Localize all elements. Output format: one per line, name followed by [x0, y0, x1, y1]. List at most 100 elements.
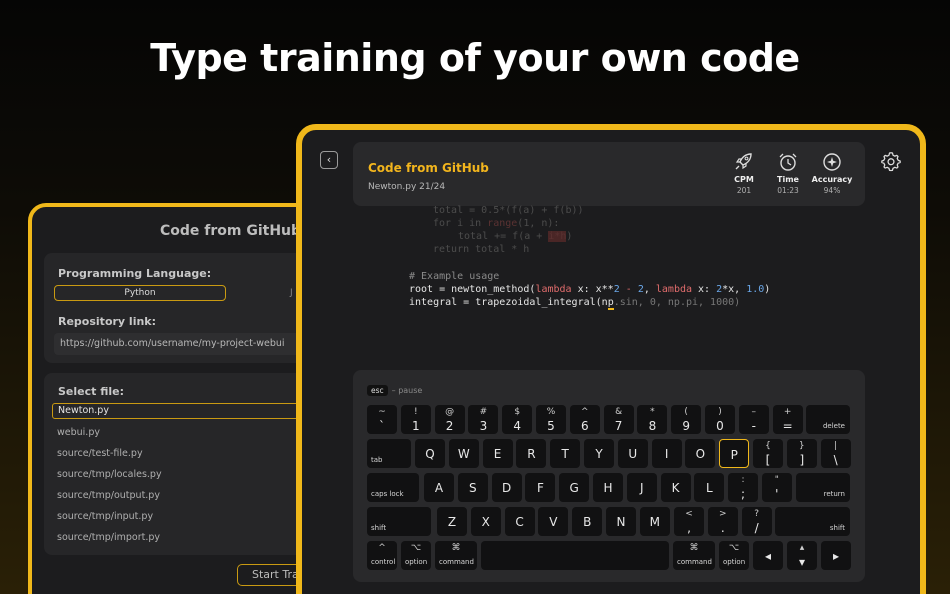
key-sym[interactable]: <, [674, 507, 704, 536]
key-1[interactable]: ! 1 [400, 405, 431, 434]
file-item[interactable]: source/tmp/output.py [52, 486, 324, 507]
delete-key[interactable]: delete [806, 405, 850, 434]
command-right-key[interactable]: ⌘ command [673, 541, 715, 570]
key-v[interactable]: V [538, 507, 569, 536]
key-label: = [782, 419, 793, 433]
key-h[interactable]: H [593, 473, 623, 502]
file-item[interactable]: source/tmp/locales.py [52, 465, 324, 486]
key-b[interactable]: B [572, 507, 603, 536]
key-sym[interactable]: | \ [820, 439, 851, 468]
key-r[interactable]: R [516, 439, 547, 468]
key-label: W [457, 447, 470, 461]
key-u[interactable]: U [617, 439, 648, 468]
key-label: O [695, 447, 706, 461]
key-t[interactable]: T [550, 439, 581, 468]
file-item-selected[interactable]: Newton.py [52, 403, 324, 419]
key-sym[interactable]: " ' [761, 473, 792, 502]
key-=[interactable]: + = [772, 405, 803, 434]
key-sym[interactable]: }] [786, 439, 817, 468]
language-option-python[interactable]: Python [54, 285, 226, 301]
key-label: caps lock [371, 490, 404, 498]
key-sym[interactable]: ? / [741, 507, 772, 536]
key-label: L [706, 481, 713, 495]
key-a[interactable]: A [424, 473, 454, 502]
key-8[interactable]: * 8 [637, 405, 668, 434]
key-i[interactable]: I [651, 439, 682, 468]
key-label: 9 [682, 419, 690, 433]
language-option-other[interactable]: J [290, 285, 293, 301]
key-label: ⌘ [689, 543, 699, 553]
arrow-right-key[interactable]: ▸ [821, 541, 851, 570]
key-x[interactable]: X [470, 507, 501, 536]
key-label: * [650, 407, 655, 417]
gear-icon[interactable] [880, 150, 902, 172]
shift-right-key[interactable]: shift [775, 507, 850, 536]
spacebar-key[interactable] [481, 541, 669, 570]
key-2[interactable]: @2 [434, 405, 465, 434]
key-0[interactable]: ) 0 [705, 405, 735, 434]
key-6[interactable]: ^ 6 [569, 405, 600, 434]
key-`[interactable]: ~ ` [367, 405, 397, 434]
key-sym[interactable]: :; [728, 473, 758, 502]
file-item[interactable]: source/tmp/import.py [52, 528, 324, 549]
tab-key[interactable]: tab [367, 439, 411, 468]
back-button[interactable]: ‹ [320, 151, 338, 169]
key-9[interactable]: (9 [671, 405, 702, 434]
key-7[interactable]: & 7 [603, 405, 634, 434]
arrow-up-down-key[interactable]: ▴ ▾ [787, 541, 817, 570]
session-title: Code from GitHub [368, 161, 489, 175]
key-label: 8 [648, 419, 657, 433]
key-y[interactable]: Y [584, 439, 614, 468]
key-label: H [603, 481, 613, 495]
key-label: ` [379, 419, 385, 433]
key-label: return [823, 490, 845, 498]
key-l[interactable]: L [694, 473, 725, 502]
return-key[interactable]: return [796, 473, 850, 502]
shift-left-key[interactable]: shift [367, 507, 431, 536]
file-item[interactable]: webui.py [52, 423, 324, 444]
key-5[interactable]: % 5 [536, 405, 566, 434]
key-sym[interactable]: {[ [753, 439, 783, 468]
repo-link-input[interactable]: https://github.com/username/my-project-w… [54, 333, 324, 355]
alarm-clock-icon [779, 153, 797, 171]
file-progress: Newton.py 21/24 [368, 182, 446, 192]
key-e[interactable]: E [482, 439, 513, 468]
caps-lock-key[interactable]: caps lock [367, 473, 419, 502]
language-segmented-control[interactable]: Python J [54, 285, 314, 301]
key-f[interactable]: F [525, 473, 556, 502]
key-g[interactable]: G [559, 473, 590, 502]
command-left-key[interactable]: ⌘ command [435, 541, 477, 570]
session-header: Code from GitHub Newton.py 21/24 CPM 201… [353, 142, 865, 206]
key-o[interactable]: O [685, 439, 716, 468]
back-device-screen: Code from GitHub Programming Language: P… [28, 203, 328, 594]
key-c[interactable]: C [504, 507, 535, 536]
key-n[interactable]: N [606, 507, 636, 536]
repo-settings-panel: Programming Language: Python J Repositor… [44, 253, 324, 363]
key--[interactable]: – - [738, 405, 769, 434]
key-sym[interactable]: >. [707, 507, 738, 536]
option-left-key[interactable]: ⌥ option [401, 541, 431, 570]
control-key[interactable]: ^ control [367, 541, 397, 570]
key-label: K [671, 481, 680, 495]
code-line-done: return total * h [433, 244, 530, 255]
file-item[interactable]: source/test-file.py [52, 444, 324, 465]
option-right-key[interactable]: ⌥ option [719, 541, 749, 570]
key-3[interactable]: #3 [468, 405, 499, 434]
key-s[interactable]: S [457, 473, 488, 502]
key-z[interactable]: Z [437, 507, 467, 536]
key-k[interactable]: K [660, 473, 691, 502]
key-4[interactable]: $4 [502, 405, 533, 434]
key-m[interactable]: M [639, 507, 670, 536]
key-label: V [549, 515, 558, 529]
file-item[interactable]: source/tmp/input.py [52, 507, 324, 528]
key-label: " [774, 475, 779, 485]
key-w[interactable]: W [448, 439, 479, 468]
key-q[interactable]: Q [415, 439, 445, 468]
code-line-done: total += f(a + i*h) [458, 231, 573, 242]
key-label: . [720, 521, 725, 535]
key-d[interactable]: D [491, 473, 522, 502]
key-p[interactable]: P [719, 439, 750, 468]
esc-key[interactable]: esc [367, 385, 388, 396]
arrow-left-key[interactable]: ◂ [753, 541, 783, 570]
key-j[interactable]: J [626, 473, 657, 502]
